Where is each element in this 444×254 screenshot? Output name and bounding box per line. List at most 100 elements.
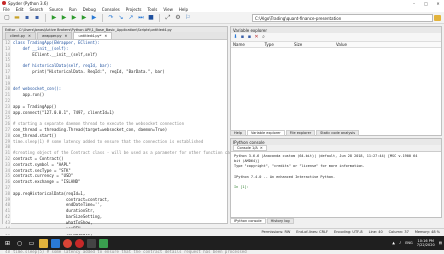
import-data-icon[interactable]: ⬇ [233,34,238,40]
volume-icon[interactable]: ♪ [399,241,401,245]
notification-icon[interactable]: ▤ [439,241,442,245]
tab-static-code-analysis[interactable]: Static code analysis [316,130,360,136]
code-text: contract.exchange = "ISLAND" [13,179,81,185]
maximize-pane-icon[interactable]: ⤢ [164,14,172,22]
console-tab[interactable]: Console 1/A ✕ [233,145,267,151]
console-tab-label: Console 1/A [237,146,258,150]
close-icon[interactable]: ✕ [104,34,107,38]
taskbar: ⊞ ○ ▭ [0,236,444,250]
save-as-icon[interactable]: ▪ [247,34,252,40]
code-text: print("HistoricalData. ReqId:", reqId, "… [13,68,165,74]
console-tab-bar: Console 1/A ✕ [231,145,441,152]
tab-history-log[interactable]: History log [266,218,294,224]
close-icon[interactable]: ✕ [260,146,263,150]
menu-help[interactable]: Help [179,7,188,12]
step-return-icon[interactable]: ↗ [127,14,135,22]
menu-file[interactable]: File [3,7,10,12]
run-selection-icon[interactable]: ▶ [80,14,88,22]
editor-pane: Editor - C:\Users\Jonas\Active Brokers\P… [2,26,247,254]
status-line: Line: 40 [368,229,383,234]
menu-tools[interactable]: Tools [148,7,158,12]
app-icon[interactable] [99,238,108,248]
continue-icon[interactable]: ⏭ [137,14,145,22]
run-icon[interactable]: ▶ [50,14,58,22]
console-pane: IPython console Console 1/A ✕ Python 3.6… [230,138,442,218]
code-text: time.sleep(1) # some latency added to en… [13,138,204,144]
status-eol: End-of-lines: CRLF [296,229,328,234]
code-text: app.connect("127.0.0.1", 7497, clientId=… [13,109,115,115]
bottom-pane-tabs: IPython console History log [230,218,294,224]
debug-icon[interactable]: ▶ [90,14,98,22]
run-cell-icon[interactable]: ▶ [60,14,68,22]
status-encoding: Encoding: UTF-8 [334,229,363,234]
step-into-icon[interactable]: ↘ [117,14,125,22]
tab-ipython-console[interactable]: IPython console [230,218,266,224]
menu-source[interactable]: Source [49,7,63,12]
system-tray: ▲ ♪ ENG 10:16 PM 7/22/2020 ▤ [392,236,442,250]
tab-help[interactable]: Help [230,130,246,136]
column-size[interactable]: Size [294,42,336,47]
language-indicator[interactable]: ENG [405,241,413,245]
chrome-icon[interactable] [63,238,72,248]
close-icon[interactable]: ✕ [28,34,31,38]
console-prompt[interactable]: In [1]: [234,185,438,190]
folder-icon[interactable] [434,15,441,21]
new-file-icon[interactable]: ▢ [3,14,11,22]
menu-search[interactable]: Search [29,7,43,12]
tab-client[interactable]: client.py ✕ [5,32,36,39]
search-icon[interactable]: ⌕ [261,34,266,40]
save-icon[interactable]: ▪ [23,14,31,22]
working-directory-field[interactable]: C:\Algo\Trading\quant-finance-presentati… [252,14,433,22]
terminal-icon[interactable] [87,238,96,248]
clock[interactable]: 10:16 PM 7/22/2020 [417,239,435,247]
tab-file-explorer[interactable]: File explorer [285,130,316,136]
menu-run[interactable]: Run [69,7,77,12]
code-area[interactable]: 12 class TradingApp(EWrapper, EClient): 13… [3,40,247,254]
status-bar: Permissions: RW End-of-lines: CRLF Encod… [0,228,444,234]
column-type[interactable]: Type [265,42,294,47]
top-pane-tabs: Help Variable explorer File explorer Sta… [230,130,360,136]
code-text: app.run() [13,92,45,98]
toolbar-divider [45,13,46,22]
browser-icon[interactable] [51,238,60,248]
python-path-icon[interactable]: ⚐ [184,14,192,22]
tab-untitled4[interactable]: untitled4.py* ✕ [73,32,113,39]
status-permissions: Permissions: RW [261,229,291,234]
toolbar-divider [102,13,103,22]
step-icon[interactable]: ↷ [107,14,115,22]
right-panes: Variable explorer ⬇ ▪ ▪ ✕ ⌕ Name Type Si… [230,26,444,224]
code-line[interactable]: 29 time.sleep(1) # some latency added to … [3,138,227,145]
save-data-icon[interactable]: ▪ [240,34,245,40]
preferences-icon[interactable]: ⚙ [174,14,182,22]
toolbar-divider [159,13,160,22]
menu-view[interactable]: View [163,7,173,12]
remove-all-icon[interactable]: ✕ [254,34,259,40]
run-cell-advance-icon[interactable]: ▶ [70,14,78,22]
open-file-icon[interactable]: ▬ [13,14,21,22]
search-icon[interactable]: ○ [15,239,24,248]
menu-consoles[interactable]: Consoles [102,7,120,12]
variable-columns: Name Type Size Value [231,42,441,48]
file-explorer-icon[interactable] [39,238,48,248]
task-view-icon[interactable]: ▭ [27,239,36,248]
tab-wrapper[interactable]: wrapper.py ✕ [36,32,73,39]
network-icon[interactable]: ▲ [392,241,395,245]
console-output[interactable]: Python 3.6.6 |Anaconda custom (64-bit)| … [231,152,441,192]
windows-start-icon[interactable]: ⊞ [3,239,12,248]
menu-debug[interactable]: Debug [83,7,96,12]
stop-debug-icon[interactable]: ■ [147,14,155,22]
window-title: Spyder (Python 3.6) [8,0,48,6]
console-line: Python 3.6.6 |Anaconda custom (64-bit)| … [234,154,418,158]
variable-explorer-pane: Variable explorer ⬇ ▪ ▪ ✕ ⌕ Name Type Si… [230,26,442,136]
save-all-icon[interactable]: ▪ [33,14,41,22]
menu-edit[interactable]: Edit [16,7,24,12]
menu-projects[interactable]: Projects [126,7,142,12]
editor-tabs: client.py ✕ wrapper.py ✕ untitled4.py* ✕ [3,32,227,40]
close-icon[interactable]: ✕ [65,34,68,38]
variable-explorer-toolbar: ⬇ ▪ ▪ ✕ ⌕ [231,33,441,42]
spyder-taskbar-icon[interactable] [75,238,84,248]
tab-label: client.py [10,34,26,38]
tab-variable-explorer[interactable]: Variable explorer [246,130,285,136]
column-value[interactable]: Value [336,42,420,47]
column-name[interactable]: Name [231,42,265,47]
